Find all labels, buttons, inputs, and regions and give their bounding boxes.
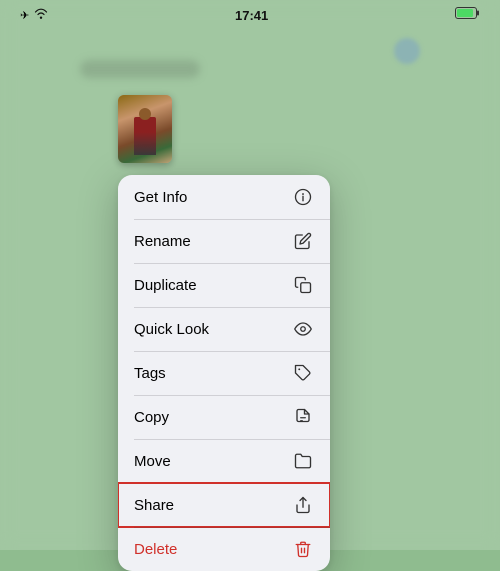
eye-icon — [292, 318, 314, 340]
duplicate-icon — [292, 274, 314, 296]
bg-text-blur — [80, 60, 200, 78]
tag-icon — [292, 362, 314, 384]
menu-item-share[interactable]: Share — [118, 483, 330, 527]
folder-icon — [292, 450, 314, 472]
bg-dot-blur — [394, 38, 420, 64]
thumbnail-image — [118, 95, 172, 163]
status-bar: ✈ 17:41 — [0, 0, 500, 30]
copy-icon — [292, 406, 314, 428]
menu-label-tags: Tags — [134, 365, 166, 382]
menu-label-duplicate: Duplicate — [134, 277, 197, 294]
menu-label-copy: Copy — [134, 409, 169, 426]
share-icon — [292, 494, 314, 516]
file-thumbnail — [118, 95, 172, 163]
status-time: 17:41 — [235, 8, 268, 23]
menu-label-rename: Rename — [134, 233, 191, 250]
pencil-icon — [292, 230, 314, 252]
menu-label-move: Move — [134, 453, 171, 470]
wifi-icon — [34, 6, 48, 24]
status-left-icons: ✈ — [20, 6, 48, 24]
menu-label-quick-look: Quick Look — [134, 321, 209, 338]
thumbnail-head — [139, 108, 151, 120]
menu-label-delete: Delete — [134, 541, 177, 558]
status-right-icons — [455, 6, 480, 24]
menu-item-delete[interactable]: Delete — [118, 527, 330, 571]
trash-icon — [292, 538, 314, 560]
thumbnail-figure — [134, 117, 156, 155]
menu-item-get-info[interactable]: Get Info — [118, 175, 330, 219]
menu-item-rename[interactable]: Rename — [118, 219, 330, 263]
menu-item-copy[interactable]: Copy — [118, 395, 330, 439]
menu-label-share: Share — [134, 497, 174, 514]
info-icon — [292, 186, 314, 208]
menu-item-tags[interactable]: Tags — [118, 351, 330, 395]
menu-item-move[interactable]: Move — [118, 439, 330, 483]
airplane-icon: ✈ — [20, 9, 29, 22]
context-menu: Get Info Rename Duplicate — [118, 175, 330, 571]
menu-item-quick-look[interactable]: Quick Look — [118, 307, 330, 351]
battery-icon — [455, 6, 480, 24]
menu-item-duplicate[interactable]: Duplicate — [118, 263, 330, 307]
menu-label-get-info: Get Info — [134, 189, 187, 206]
